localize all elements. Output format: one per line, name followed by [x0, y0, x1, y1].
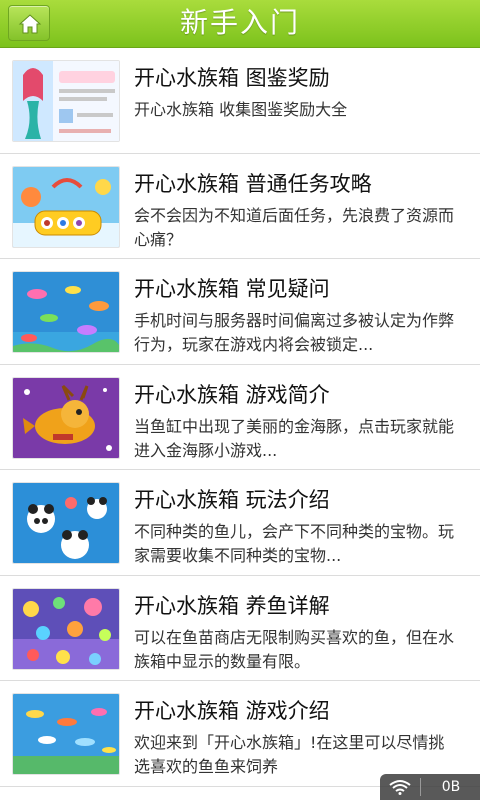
traffic-counter: 0B	[441, 779, 461, 795]
list-item[interactable]: 开心水族箱 常见疑问 手机时间与服务器时间偏离过多被认定为作弊行为，玩家在游戏内…	[0, 259, 480, 365]
thumbnail-image	[12, 271, 120, 353]
network-status-widget: 0B	[380, 774, 480, 800]
item-description: 会不会因为不知道后面任务，先浪费了资源而心痛？	[134, 205, 455, 249]
item-description: 欢迎来到「开心水族箱」!在这里可以尽情挑选喜欢的鱼鱼来饲养	[134, 733, 445, 776]
item-title: 开心水族箱 常见疑问	[134, 277, 330, 301]
thumbnail-image	[12, 482, 120, 564]
thumbnail-image	[12, 376, 120, 459]
thumbnail-image	[12, 587, 120, 670]
list-item[interactable]: 开心水族箱 图鉴奖励 开心水族箱 收集图鉴奖励大全	[0, 48, 480, 154]
list-item[interactable]: 开心水族箱 玩法介绍 不同种类的鱼儿，会产下不同种类的宝物。玩家需要收集不同种类…	[0, 470, 480, 576]
thumbnail-image	[12, 60, 120, 142]
list-item[interactable]: 开心水族箱 游戏介绍 欢迎来到「开心水族箱」!在这里可以尽情挑选喜欢的鱼鱼来饲养	[0, 681, 480, 787]
list-item[interactable]: 开心水族箱 养鱼详解 可以在鱼苗商店无限制购买喜欢的鱼，但在水族箱中显示的数量有…	[0, 575, 480, 681]
item-description: 当鱼缸中出现了美丽的金海豚，点击玩家就能进入金海豚小游戏...	[134, 416, 455, 460]
header-bar: 新手入门	[0, 0, 480, 48]
list-item[interactable]: 开心水族箱 游戏简介 当鱼缸中出现了美丽的金海豚，点击玩家就能进入金海豚小游戏.…	[0, 364, 480, 470]
thumbnail-image	[12, 165, 120, 248]
item-description: 手机时间与服务器时间偏离过多被认定为作弊行为，玩家在游戏内将会被锁定...	[134, 311, 455, 354]
item-title: 开心水族箱 游戏介绍	[134, 699, 330, 723]
item-title: 开心水族箱 养鱼详解	[134, 593, 330, 618]
status-divider	[420, 778, 421, 796]
page-title: 新手入门	[179, 6, 300, 39]
article-list: 开心水族箱 图鉴奖励 开心水族箱 收集图鉴奖励大全 开心水族箱 普通任务攻略 会…	[0, 48, 480, 787]
item-title: 开心水族箱 玩法介绍	[134, 488, 330, 512]
item-title: 开心水族箱 普通任务攻略	[134, 171, 372, 196]
item-title: 开心水族箱 图鉴奖励	[134, 66, 330, 90]
list-item[interactable]: 开心水族箱 普通任务攻略 会不会因为不知道后面任务，先浪费了资源而心痛？	[0, 153, 480, 259]
item-description: 开心水族箱 收集图鉴奖励大全	[134, 100, 348, 119]
item-description: 不同种类的鱼儿，会产下不同种类的宝物。玩家需要收集不同种类的宝物...	[134, 522, 455, 565]
item-title: 开心水族箱 游戏简介	[134, 382, 330, 407]
wifi-icon	[389, 780, 411, 795]
thumbnail-image	[12, 693, 120, 775]
item-description: 可以在鱼苗商店无限制购买喜欢的鱼，但在水族箱中显示的数量有限。	[134, 627, 455, 671]
